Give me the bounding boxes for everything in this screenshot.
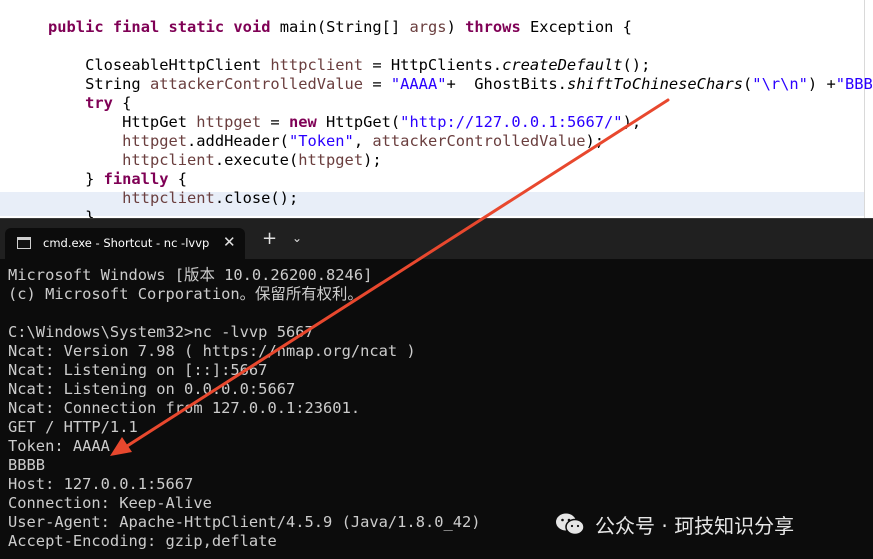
- wechat-icon: [556, 513, 585, 536]
- terminal-line: BBBB: [8, 456, 46, 474]
- terminal-line: Ncat: Version 7.98 ( https://nmap.org/nc…: [8, 342, 416, 360]
- new-tab-button[interactable]: +: [262, 230, 277, 248]
- watermark: 公众号 · 珂技知识分享: [555, 508, 794, 540]
- terminal-line: User-Agent: Apache-HttpClient/4.5.9 (Jav…: [8, 513, 481, 531]
- code-line: CloseableHttpClient httpclient = HttpCli…: [48, 56, 651, 74]
- terminal-line: Accept-Encoding: gzip,deflate: [8, 532, 277, 550]
- cmd-icon: [17, 237, 31, 249]
- code-line: public final static void main(String[] a…: [48, 18, 632, 36]
- terminal-tab[interactable]: cmd.exe - Shortcut - nc -lvvp ✕: [5, 228, 245, 259]
- terminal-output[interactable]: Microsoft Windows [版本 10.0.26200.8246] (…: [8, 266, 481, 551]
- code-line: httpclient.execute(httpget);: [122, 151, 382, 169]
- code-text[interactable]: public final static void main(String[] a…: [48, 18, 873, 218]
- terminal-line: GET / HTTP/1.1: [8, 418, 138, 436]
- terminal-line: C:\Windows\System32>nc -lvvp 5667: [8, 323, 314, 341]
- close-tab-button[interactable]: ✕: [223, 233, 236, 251]
- code-line: } finally {: [48, 170, 188, 188]
- code-line: }: [48, 208, 95, 218]
- code-editor[interactable]: public final static void main(String[] a…: [0, 0, 873, 218]
- code-line: httpclient.close();: [122, 189, 299, 207]
- terminal-line: Token: AAAA: [8, 437, 110, 455]
- code-line: try {: [85, 94, 132, 112]
- code-line: httpget.addHeader("Token", attackerContr…: [122, 132, 605, 150]
- terminal-line: Connection: Keep-Alive: [8, 494, 212, 512]
- code-line: String attackerControlledValue = "AAAA"+…: [48, 75, 873, 93]
- terminal-tab-bar: cmd.exe - Shortcut - nc -lvvp ✕ + ⌄: [0, 218, 873, 259]
- terminal-line: Host: 127.0.0.1:5667: [8, 475, 194, 493]
- terminal-line: Ncat: Connection from 127.0.0.1:23601.: [8, 399, 361, 417]
- tab-title: cmd.exe - Shortcut - nc -lvvp: [43, 236, 210, 250]
- watermark-text: 公众号 · 珂技知识分享: [595, 513, 795, 538]
- terminal-line: Ncat: Listening on 0.0.0.0:5667: [8, 380, 296, 398]
- tab-dropdown-button[interactable]: ⌄: [292, 231, 302, 245]
- terminal-line: Microsoft Windows [版本 10.0.26200.8246]: [8, 266, 373, 284]
- terminal-line: (c) Microsoft Corporation。保留所有权利。: [8, 285, 363, 303]
- terminal-line: Ncat: Listening on [::]:5667: [8, 361, 268, 379]
- code-line: HttpGet httpget = new HttpGet("http://12…: [48, 113, 642, 131]
